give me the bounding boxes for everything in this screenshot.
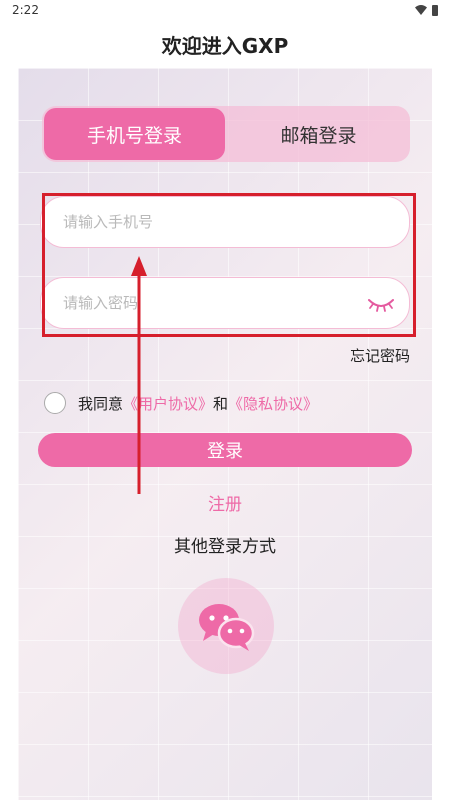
status-icons (415, 4, 438, 16)
login-button[interactable]: 登录 (38, 433, 412, 467)
register-link[interactable]: 注册 (0, 490, 450, 515)
wifi-icon (415, 5, 427, 15)
status-time: 2:22 (12, 3, 39, 17)
wechat-login-button[interactable] (178, 578, 274, 674)
tab-phone-login[interactable]: 手机号登录 (44, 108, 225, 160)
agreement-row: 我同意 《用户协议》 和 《隐私协议》 (44, 392, 318, 414)
other-login-methods-label: 其他登录方式 (174, 537, 276, 557)
eye-closed-icon[interactable] (367, 294, 395, 314)
agreement-radio[interactable] (44, 392, 66, 414)
phone-field (40, 196, 410, 248)
password-input[interactable] (63, 294, 353, 312)
password-field (40, 277, 410, 329)
battery-icon (432, 4, 438, 16)
page-title: 欢迎进入GXP (161, 34, 289, 58)
tab-email-login[interactable]: 邮箱登录 (227, 106, 410, 162)
forgot-password-link[interactable]: 忘记密码 (350, 345, 410, 366)
user-agreement-link[interactable]: 《用户协议》 (123, 393, 213, 414)
agreement-conjunction: 和 (213, 394, 229, 413)
status-bar: 2:22 (0, 0, 450, 22)
agreement-prefix: 我同意 (78, 394, 124, 413)
privacy-agreement-link[interactable]: 《隐私协议》 (228, 393, 318, 414)
wechat-icon (199, 604, 255, 651)
phone-input[interactable] (63, 213, 353, 231)
login-tabs: 手机号登录 邮箱登录 (42, 106, 410, 162)
